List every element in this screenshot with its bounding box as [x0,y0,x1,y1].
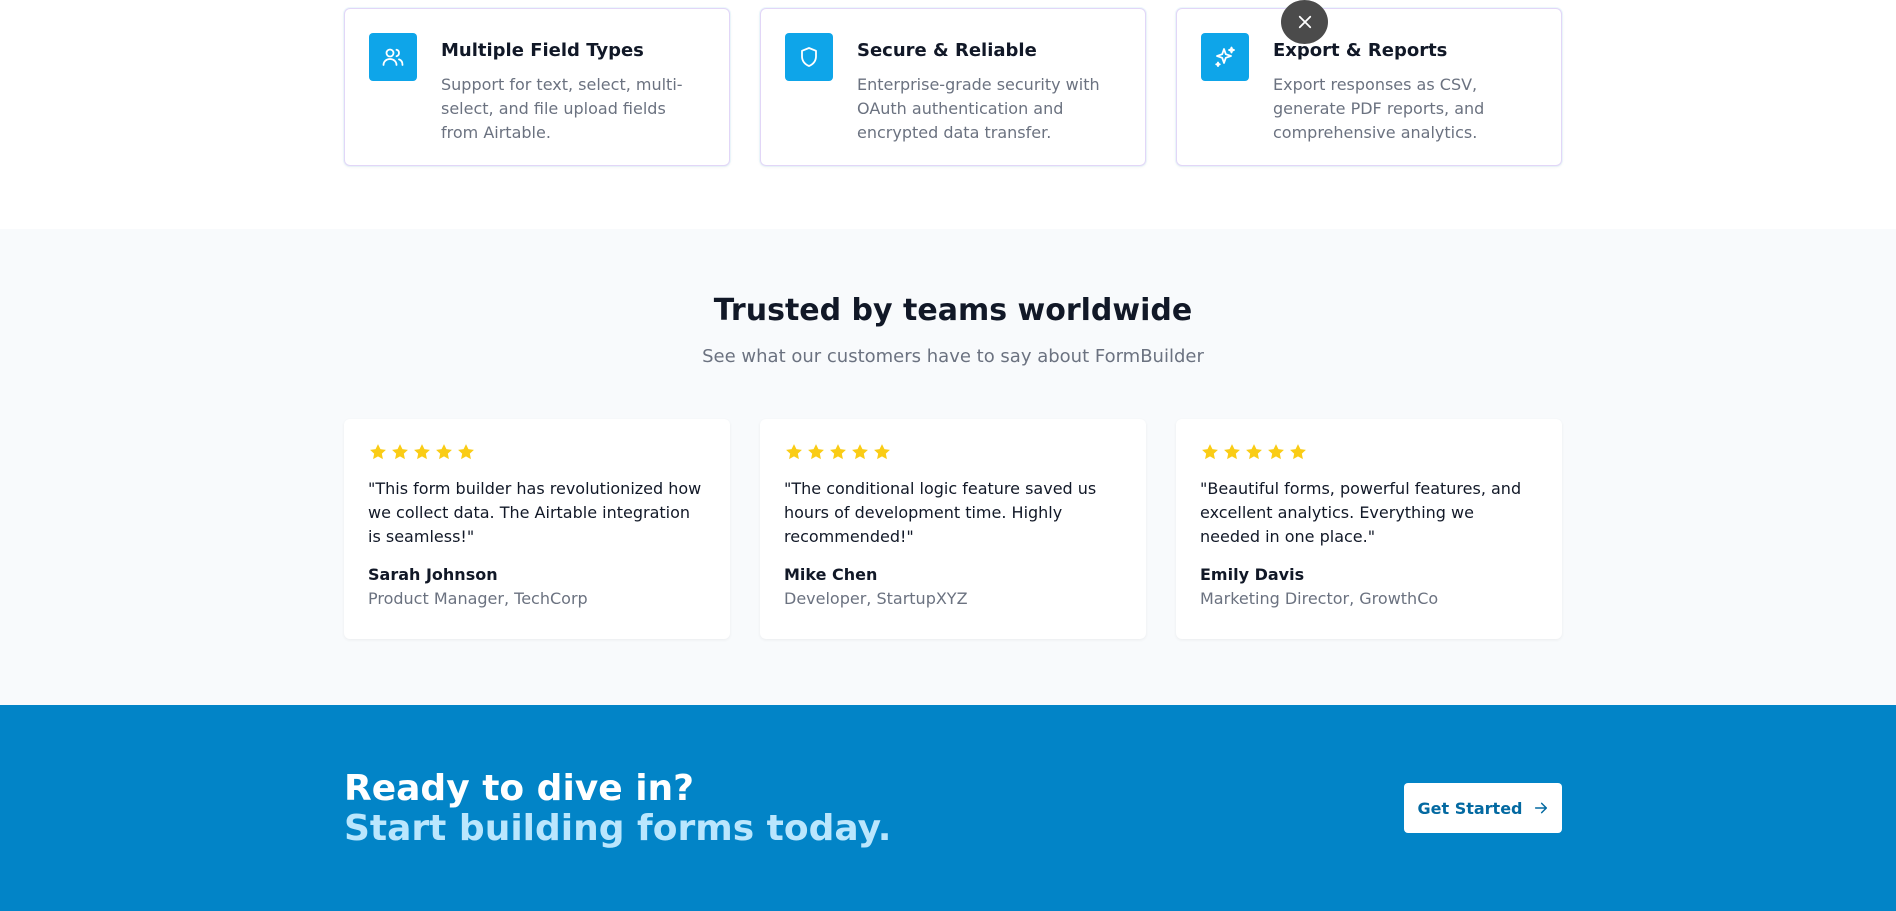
star-icon [786,444,802,460]
star-icon [1268,444,1284,460]
testimonial-role: Marketing Director, GrowthCo [1200,589,1439,608]
testimonial-quote: "The conditional logic feature saved us … [784,479,1097,546]
shield-icon [785,33,833,81]
star-icon [392,444,408,460]
testimonial-card: "The conditional logic feature saved us … [760,419,1146,639]
testimonial-author: Emily Davis [1200,565,1305,584]
close-icon [1298,15,1311,29]
sparkles-icon [1201,33,1249,81]
get-started-label: Get Started [1417,798,1523,818]
close-button[interactable] [1281,0,1328,44]
testimonial-card: "Beautiful forms, powerful features, and… [1176,419,1562,639]
star-icon [458,444,474,460]
feature-card: Export & Reports Export responses as CSV… [1176,8,1562,166]
feature-card: Multiple Field Types Support for text, s… [344,8,730,166]
get-started-button[interactable]: Get Started [1404,783,1562,833]
star-icon [414,444,430,460]
arrow-right-icon [1534,802,1547,814]
testimonial-card: "This form builder has revolutionized ho… [344,419,730,639]
cta-section: Ready to dive in? Start building forms t… [0,705,1896,911]
feature-title: Secure & Reliable [857,40,1037,61]
feature-description: Export responses as CSV, generate PDF re… [1273,75,1485,142]
testimonial-author: Mike Chen [784,565,878,584]
star-icon [830,444,846,460]
star-icon [808,444,824,460]
testimonial-role: Product Manager, TechCorp [368,589,588,608]
testimonials-heading: Trusted by teams worldwide [713,293,1193,328]
testimonial-quote: "Beautiful forms, powerful features, and… [1200,479,1522,546]
star-icon [874,444,890,460]
features-section: Multiple Field Types Support for text, s… [0,0,1896,229]
feature-description: Enterprise-grade security with OAuth aut… [857,75,1100,142]
feature-card: Secure & Reliable Enterprise-grade secur… [760,8,1146,166]
testimonial-role: Developer, StartupXYZ [784,589,968,608]
testimonial-quote: "This form builder has revolutionized ho… [368,479,702,546]
star-rating [368,441,706,463]
cta-heading: Ready to dive in? [344,768,695,809]
testimonial-author: Sarah Johnson [368,565,498,584]
star-icon [1246,444,1262,460]
star-icon [1202,444,1218,460]
star-icon [1290,444,1306,460]
star-icon [436,444,452,460]
testimonials-subheading: See what our customers have to say about… [702,346,1204,367]
star-icon [852,444,868,460]
star-rating [784,441,1122,463]
star-rating [1200,441,1538,463]
feature-title: Multiple Field Types [441,40,644,61]
star-icon [1224,444,1240,460]
testimonials-section: Trusted by teams worldwide See what our … [0,229,1896,705]
cta-subheading: Start building forms today. [344,808,892,849]
users-icon [369,33,417,81]
star-icon [370,444,386,460]
feature-description: Support for text, select, multi-select, … [441,75,683,142]
